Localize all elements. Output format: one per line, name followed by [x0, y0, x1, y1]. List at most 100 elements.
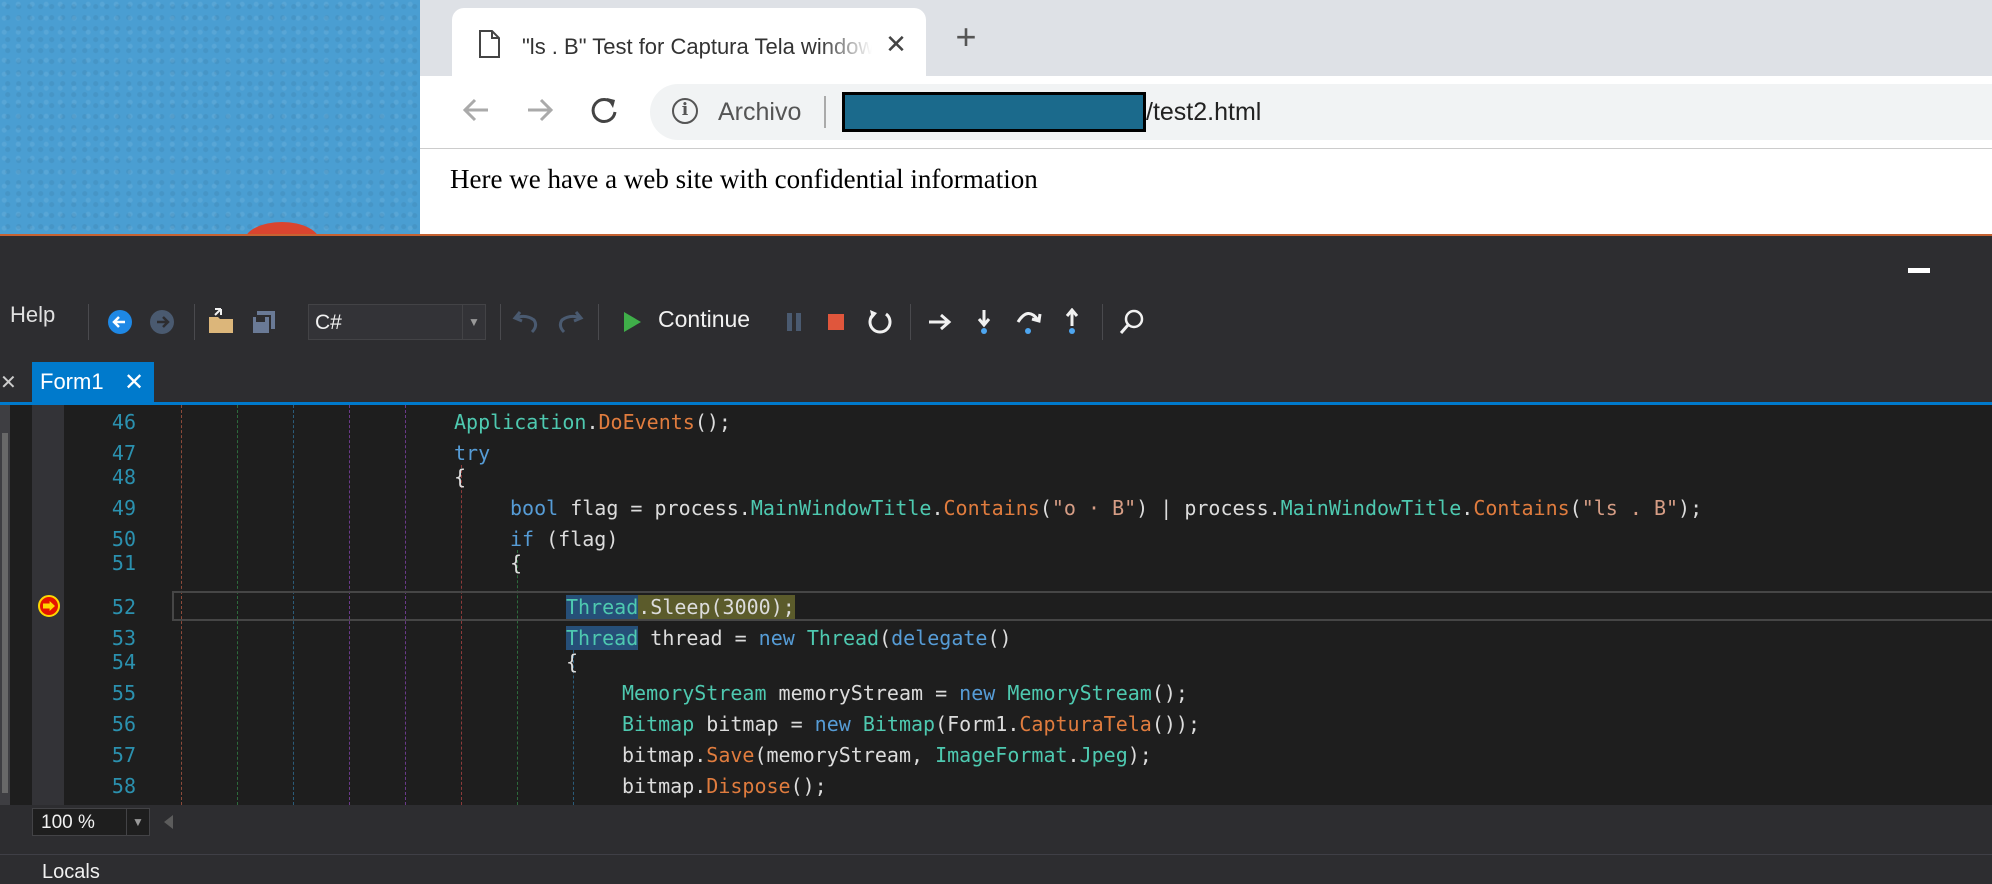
menu-help[interactable]: Help [10, 302, 55, 328]
code-token: ( [1569, 496, 1582, 520]
code-token: Thread [566, 626, 639, 650]
code-line-54[interactable]: { [566, 650, 578, 674]
code-line-50[interactable]: if (flag) [510, 527, 618, 551]
toolbar-separator [1102, 304, 1103, 340]
scrollbar-thumb[interactable] [2, 433, 8, 793]
code-token: () [987, 626, 1012, 650]
code-token: ( [879, 626, 892, 650]
stop-icon[interactable] [820, 304, 852, 340]
redacted-host [842, 92, 1146, 132]
page-content-text: Here we have a web site with confidentia… [450, 164, 1038, 194]
pause-icon[interactable] [778, 304, 810, 340]
code-token: Bitmap [622, 712, 695, 736]
code-token: memoryStream = [766, 681, 960, 705]
navigate-forward-icon[interactable] [146, 304, 178, 340]
desktop-background [0, 0, 420, 240]
tab-label: Form1 [40, 369, 104, 394]
code-token: (memoryStream, [754, 743, 936, 767]
code-token: try [454, 441, 491, 465]
code-token: bool [510, 496, 559, 520]
code-editor[interactable]: 46 47 48 49 50 51 52 53 54 55 56 57 58 A… [0, 405, 1992, 805]
code-line-51[interactable]: { [510, 551, 522, 575]
code-token: bitmap = [694, 712, 815, 736]
undo-icon[interactable] [510, 304, 542, 340]
step-out-icon[interactable] [1056, 304, 1088, 340]
toolbar-separator [88, 304, 89, 340]
line-number: 58 [111, 774, 136, 798]
reload-icon[interactable] [586, 92, 622, 128]
code-token: (flag) [534, 527, 619, 551]
restart-icon[interactable] [864, 304, 896, 340]
zoom-select[interactable]: 100 % ▼ [32, 808, 150, 836]
locals-title: Locals [42, 861, 100, 883]
continue-button[interactable]: Continue [658, 306, 750, 333]
step-over-icon[interactable] [1012, 304, 1044, 340]
find-icon[interactable] [1116, 304, 1148, 340]
code-token: Thread [806, 626, 880, 650]
tab-title: "ls . B" Test for Captura Tela window [522, 34, 872, 59]
code-line-53[interactable]: Thread thread = new Thread(delegate() [566, 626, 1012, 650]
code-line-49[interactable]: bool flag = process.MainWindowTitle. Cont… [510, 496, 1702, 520]
chevron-down-icon[interactable]: ▼ [126, 809, 149, 835]
tab-form1[interactable]: Form1 ✕ [32, 362, 154, 402]
code-token: CapturaTela [1019, 712, 1152, 736]
minimize-button[interactable] [1908, 268, 1930, 273]
language-select[interactable]: C# ▼ [308, 304, 486, 340]
code-token: (); [694, 410, 731, 434]
step-into-icon[interactable] [968, 304, 1000, 340]
code-token: ) | process. [1136, 496, 1281, 520]
code-token: bitmap. [622, 743, 707, 767]
code-token: delegate [891, 626, 988, 650]
new-tab-button[interactable]: + [948, 19, 984, 56]
tab-close-icon[interactable]: ✕ [124, 368, 144, 397]
chevron-down-icon[interactable]: ▼ [462, 305, 485, 339]
code-token: DoEvents [598, 410, 695, 434]
code-line-57[interactable]: bitmap.Save(memoryStream, ImageFormat.Jp… [622, 743, 1152, 767]
browser-tab[interactable]: "ls . B" Test for Captura Tela window ✕ [452, 8, 926, 76]
code-token: { [566, 650, 579, 674]
code-line-52[interactable]: Thread.Sleep(3000); [566, 595, 795, 619]
code-token: Contains [943, 496, 1040, 520]
code-line-47[interactable]: try [454, 441, 490, 465]
redo-icon[interactable] [554, 304, 586, 340]
address-bar[interactable]: i Archivo /test2.html [650, 84, 1992, 140]
back-arrow-icon[interactable] [458, 92, 494, 128]
show-next-statement-icon[interactable] [924, 304, 956, 340]
code-line-46[interactable]: Application.DoEvents(); [454, 410, 731, 434]
scroll-left-icon[interactable] [164, 815, 173, 829]
code-token: MainWindowTitle [750, 496, 932, 520]
code-token: flag = process. [558, 496, 751, 520]
code-line-56[interactable]: Bitmap bitmap = new Bitmap(Form1.Captura… [622, 712, 1200, 736]
forward-arrow-icon[interactable] [522, 92, 558, 128]
navigate-back-icon[interactable] [104, 304, 136, 340]
open-folder-icon[interactable] [206, 304, 238, 340]
document-tabs: ✕ Form1 ✕ [0, 362, 1992, 402]
code-token: ); [1678, 496, 1703, 520]
tab-close-icon[interactable]: ✕ [882, 30, 910, 58]
line-number: 57 [111, 743, 136, 767]
code-token: . [1067, 743, 1080, 767]
code-token: ( [1039, 496, 1052, 520]
code-token: . [1461, 496, 1474, 520]
vertical-scrollbar[interactable] [0, 405, 10, 805]
close-icon[interactable]: ✕ [0, 370, 17, 394]
code-line-58[interactable]: bitmap.Dispose(); [622, 774, 827, 798]
code-token: if [510, 527, 535, 551]
code-token: .Sleep(3000); [638, 595, 795, 619]
code-token: Save [706, 743, 755, 767]
code-token: Application [454, 410, 587, 434]
code-token: Bitmap [862, 712, 936, 736]
scheme-label: Archivo [718, 98, 802, 126]
code-token: { [510, 551, 523, 575]
line-number: 53 [111, 626, 136, 650]
info-icon[interactable]: i [672, 98, 698, 124]
code-token: ); [1127, 743, 1152, 767]
browser-window: "ls . B" Test for Captura Tela window ✕ … [420, 0, 1992, 236]
continue-play-icon[interactable] [616, 304, 648, 340]
save-all-icon[interactable] [248, 304, 280, 340]
line-number: 46 [111, 410, 136, 434]
breakpoint-current-icon[interactable] [38, 595, 60, 617]
code-line-48[interactable]: { [454, 465, 466, 489]
code-line-55[interactable]: MemoryStream memoryStream = new MemorySt… [622, 681, 1188, 705]
line-number: 49 [111, 496, 136, 520]
